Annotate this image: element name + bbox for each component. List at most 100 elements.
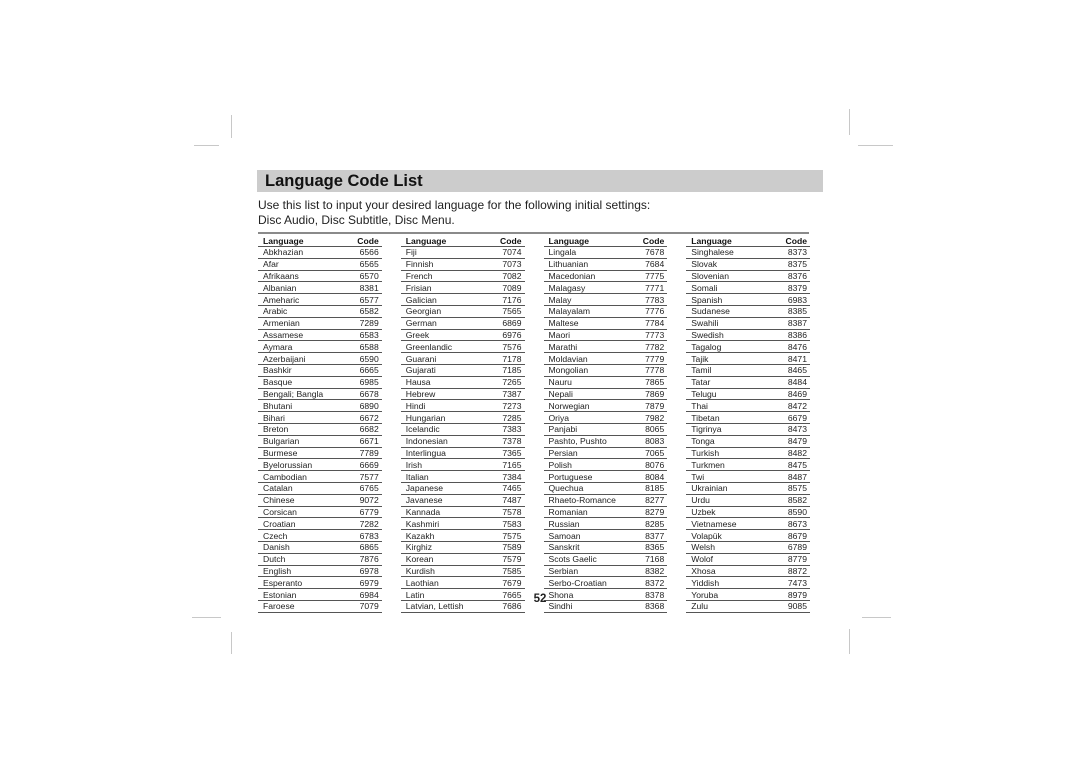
- language-code: 6865: [347, 541, 382, 554]
- column-header-language: Language: [400, 235, 490, 247]
- language-code: 7178: [489, 352, 525, 365]
- language-name: Kashmiri: [400, 517, 490, 531]
- table-row: Tajik 8471: [686, 352, 810, 365]
- language-code: 6566: [347, 246, 382, 259]
- table-row: Azerbaijani 6590: [258, 352, 382, 365]
- language-code: 6577: [347, 293, 382, 306]
- table-row: Uzbek 8590: [686, 506, 810, 519]
- language-name: Malagasy: [543, 281, 636, 295]
- language-name: Slovenian: [686, 270, 770, 283]
- language-code: 6682: [347, 423, 382, 436]
- language-name: Irish: [400, 458, 490, 472]
- table-row: Japanese 7465: [400, 482, 525, 495]
- table-row: Marathi 7782: [543, 340, 668, 354]
- table-row: Sanskrit 8365: [543, 541, 668, 554]
- table-row: Indonesian 7378: [400, 435, 525, 448]
- intro-line-2: Disc Audio, Disc Subtitle, Disc Menu.: [258, 213, 455, 227]
- table-row: Norwegian 7879: [543, 399, 668, 413]
- table-row: Malay 7783: [543, 293, 668, 306]
- table-header-row: Language Code: [400, 235, 525, 247]
- table-row: Xhosa 8872: [686, 565, 810, 578]
- table-row: Portuguese 8084: [543, 470, 668, 483]
- table-row: Tibetan 6679: [686, 411, 810, 424]
- table-header-row: Language Code: [258, 235, 382, 247]
- language-name: Catalan: [258, 482, 348, 495]
- table-row: Pashto, Pushto 8083: [543, 435, 668, 448]
- table-row: Danish 6865: [258, 541, 382, 554]
- table-row: Afrikaans 6570: [258, 270, 382, 283]
- language-name: Tonga: [686, 435, 770, 448]
- language-name: Georgian: [400, 305, 490, 318]
- table-row: Czech 6783: [258, 529, 382, 542]
- language-code: 7779: [635, 352, 668, 365]
- language-code: 6671: [347, 435, 382, 448]
- language-code: 7869: [635, 388, 668, 401]
- language-code: 9072: [347, 494, 382, 507]
- language-name: Aymara: [258, 340, 348, 354]
- table-row: Esperanto 6979: [258, 576, 382, 590]
- language-code: 8385: [769, 305, 810, 318]
- table-row: Icelandic 7383: [400, 423, 525, 436]
- language-code: 8673: [769, 517, 810, 531]
- table-row: Swedish 8386: [686, 329, 810, 342]
- table-row: Spanish 6983: [686, 293, 810, 306]
- language-code: 6979: [347, 576, 382, 590]
- language-name: Marathi: [543, 340, 636, 354]
- language-code: 8084: [635, 470, 668, 483]
- table-row: English 6978: [258, 565, 382, 578]
- language-name: Xhosa: [686, 565, 770, 578]
- language-name: Esperanto: [258, 576, 348, 590]
- language-code: 8373: [769, 246, 810, 259]
- language-name: Afrikaans: [258, 270, 348, 283]
- language-name: Ameharic: [258, 293, 348, 306]
- language-code: 6565: [347, 258, 382, 271]
- language-name: Singhalese: [686, 246, 770, 259]
- table-row: Scots Gaelic 7168: [543, 553, 668, 566]
- table-row: Hindi 7273: [400, 399, 525, 413]
- language-code: 8476: [769, 340, 810, 354]
- language-code: 8376: [769, 270, 810, 283]
- language-name: Uzbek: [686, 506, 770, 519]
- table-row: Malayalam 7776: [543, 305, 668, 318]
- language-name: Welsh: [686, 541, 770, 554]
- table-row: Maori 7773: [543, 329, 668, 342]
- language-code: 6779: [347, 506, 382, 519]
- language-code: 7565: [489, 305, 525, 318]
- language-name: Greenlandic: [400, 340, 490, 354]
- language-name: Bhutani: [258, 399, 348, 413]
- language-name: Swedish: [686, 329, 770, 342]
- language-code: 7775: [635, 270, 668, 283]
- table-row: Javanese 7487: [400, 494, 525, 507]
- language-code: 6665: [347, 364, 382, 377]
- language-name: Fiji: [400, 246, 490, 259]
- language-name: Malay: [543, 293, 636, 306]
- language-code: 8379: [769, 281, 810, 295]
- language-name: Turkish: [686, 447, 770, 460]
- language-name: Icelandic: [400, 423, 490, 436]
- language-name: Samoan: [543, 529, 636, 542]
- language-code: 7784: [635, 317, 668, 330]
- language-code: 7789: [347, 447, 382, 460]
- language-code: 8590: [769, 506, 810, 519]
- language-name: Bulgarian: [258, 435, 348, 448]
- language-code: 7082: [489, 270, 525, 283]
- language-code: 8487: [769, 470, 810, 483]
- table-row: Georgian 7565: [400, 305, 525, 318]
- language-name: Czech: [258, 529, 348, 542]
- language-code: 6672: [347, 411, 382, 424]
- language-code: 7282: [347, 517, 382, 531]
- column-header-code: Code: [635, 235, 668, 247]
- table-row: Burmese 7789: [258, 447, 382, 460]
- language-code: 7074: [489, 246, 525, 259]
- table-row: Persian 7065: [543, 447, 668, 460]
- language-code: 7577: [347, 470, 382, 483]
- language-name: Serbo-Croatian: [543, 576, 636, 590]
- column-header-code: Code: [489, 235, 525, 247]
- language-name: Serbian: [543, 565, 636, 578]
- table-row: Galician 7176: [400, 293, 525, 306]
- language-code: 7089: [489, 281, 525, 295]
- language-name: Corsican: [258, 506, 348, 519]
- language-table-column-3: Language Code Lingala 7678 Lithuanian 7684 Mac…: [543, 235, 668, 613]
- language-code: 7773: [635, 329, 668, 342]
- language-code: 7487: [489, 494, 525, 507]
